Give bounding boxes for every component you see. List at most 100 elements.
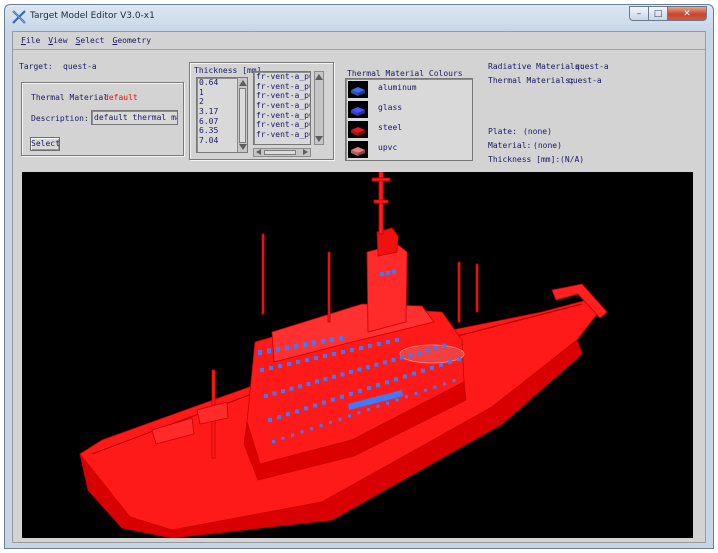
ship-window <box>457 357 461 362</box>
ship-window <box>332 374 336 379</box>
radiative-label: Radiative Materials: <box>488 62 585 71</box>
part-list-item[interactable]: fr-vent-a_p01_ <box>254 91 310 101</box>
ship-window <box>366 365 370 370</box>
model-viewport[interactable] <box>22 172 693 538</box>
ship-window <box>383 360 387 365</box>
ship-model[interactable] <box>22 172 693 538</box>
ship-window <box>443 382 446 386</box>
ship-window <box>395 398 399 402</box>
scroll-right-icon[interactable] <box>303 149 308 155</box>
description-field[interactable]: default thermal mate <box>91 110 178 125</box>
ship-window <box>368 344 372 348</box>
cube-icon <box>348 121 368 138</box>
ship-window <box>385 380 389 385</box>
ship-window <box>391 358 396 362</box>
ship-window <box>267 348 271 354</box>
client-area: File View Select Geometry Target: quest-… <box>12 31 706 543</box>
ship-window <box>272 440 275 443</box>
thermal-material-panel: Thermal Material default Description: de… <box>21 82 184 156</box>
thickness-list[interactable]: 0.64 1 2 3.17 6.07 6.35 7.04 <box>196 77 248 153</box>
ship-window <box>357 367 362 372</box>
parts-vscrollbar[interactable] <box>314 71 324 145</box>
ship-window <box>392 270 396 274</box>
scroll-up-icon[interactable] <box>315 74 323 80</box>
ship-window <box>340 372 345 377</box>
plate-value: (none) <box>523 127 552 136</box>
colours-list[interactable]: aluminum glass steel upvc <box>345 78 473 161</box>
part-list-item[interactable]: fr-vent-a_p01_ <box>254 130 310 140</box>
scroll-down-icon[interactable] <box>315 136 323 142</box>
ship-window <box>276 346 280 352</box>
radiative-value: quest-a <box>575 62 609 71</box>
ship-window <box>330 337 334 343</box>
scroll-up-icon[interactable] <box>239 80 247 86</box>
ship-window <box>321 338 325 344</box>
maximize-button[interactable]: □ <box>648 6 668 21</box>
ship-window <box>289 386 294 391</box>
scroll-down-icon[interactable] <box>239 144 247 150</box>
close-button[interactable]: ✕ <box>667 6 707 21</box>
colours-title: Thermal Material Colours <box>347 69 463 78</box>
menu-view[interactable]: View <box>48 32 67 49</box>
colour-label: steel <box>378 123 403 132</box>
ship-window <box>349 391 353 396</box>
menu-file[interactable]: File <box>21 32 40 49</box>
parts-list[interactable]: fr-vent-a_p01_fr-vent-a_p01_fr-vent-a_p0… <box>253 71 311 145</box>
minimize-button[interactable]: – <box>629 6 649 21</box>
cube-icon <box>348 141 368 158</box>
ship-window <box>430 365 434 370</box>
ship-window <box>285 345 289 351</box>
scroll-left-icon[interactable] <box>256 149 261 155</box>
ship-window <box>433 385 437 389</box>
part-list-item[interactable]: fr-vent-a_p01_ <box>254 72 310 82</box>
parts-hscrollbar[interactable] <box>253 148 311 157</box>
menu-geometry[interactable]: Geometry <box>112 32 151 49</box>
thickness-info-label: Thickness [mm]: <box>488 155 561 164</box>
ship-window <box>313 403 317 408</box>
menu-select[interactable]: Select <box>76 32 105 49</box>
ship-window <box>405 395 408 399</box>
ship-window <box>338 417 342 421</box>
colour-row-steel[interactable]: steel <box>348 120 466 139</box>
window-title: Target Model Editor V3.0-x1 <box>30 11 155 21</box>
ship-window <box>412 371 416 376</box>
title-bar[interactable]: Target Model Editor V3.0-x1 – □ ✕ <box>5 5 713 29</box>
ship-window <box>349 370 353 374</box>
scroll-thumb[interactable] <box>264 150 296 155</box>
colour-row-aluminum[interactable]: aluminum <box>348 80 466 99</box>
colour-label: upvc <box>378 143 398 152</box>
ship-window <box>332 352 336 356</box>
part-list-item[interactable]: fr-vent-a_p01_ <box>254 111 310 121</box>
ship-window <box>298 384 302 389</box>
ship-window <box>386 340 390 344</box>
ship-window <box>394 377 398 382</box>
part-list-item[interactable]: fr-vent-a_p01_ <box>254 82 310 92</box>
ship-window <box>339 335 343 341</box>
colour-row-upvc[interactable]: upvc <box>348 140 466 159</box>
ship-window <box>439 362 443 367</box>
part-list-item[interactable]: fr-vent-a_p01_ <box>254 120 310 130</box>
ship-window <box>386 271 390 275</box>
ship-window <box>258 350 262 355</box>
ship-window <box>312 340 316 346</box>
thermal-materials-label: Thermal Materials: <box>488 76 575 85</box>
ship-window <box>395 338 399 342</box>
ship-window <box>310 427 313 431</box>
ship-window <box>452 379 456 383</box>
material-value: (none) <box>533 141 562 150</box>
ship-window <box>341 350 345 354</box>
ship-window <box>359 346 363 350</box>
ship-window <box>350 348 354 352</box>
ship-window <box>296 360 300 364</box>
colour-row-glass[interactable]: glass <box>348 100 466 119</box>
thickness-scrollbar[interactable] <box>237 78 247 152</box>
ship-window <box>424 388 427 392</box>
ship-window <box>272 391 277 396</box>
scroll-thumb[interactable] <box>239 88 246 143</box>
ship-window <box>322 400 326 405</box>
select-button[interactable]: Select <box>30 137 60 151</box>
part-list-item[interactable]: fr-vent-a_p01_ <box>254 101 310 111</box>
ship-window <box>425 348 430 353</box>
ship-window <box>286 412 290 417</box>
ship-window <box>380 272 384 276</box>
